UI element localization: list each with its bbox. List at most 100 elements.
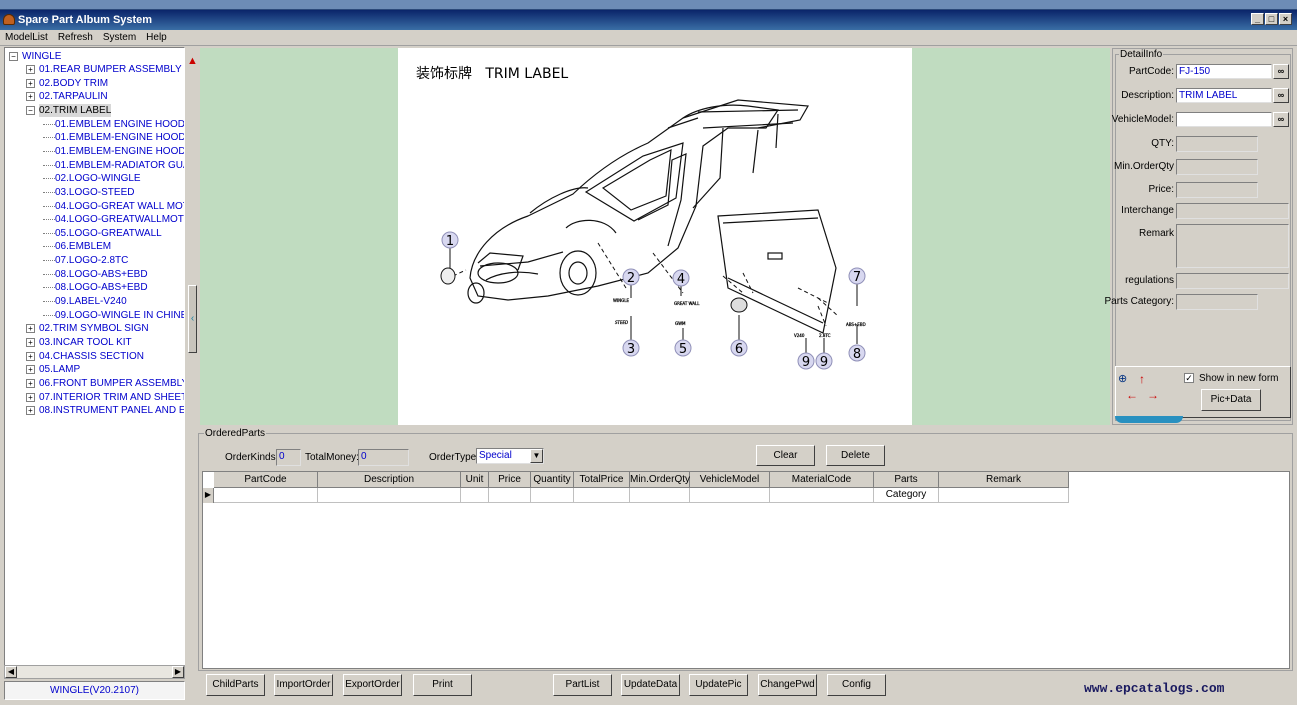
callout-number[interactable]: 9 <box>802 355 810 370</box>
grid-cell[interactable] <box>489 488 531 503</box>
grid-column-header[interactable]: Remark <box>939 472 1069 488</box>
tree-part[interactable]: 01.EMBLEM-ENGINE HOOD <box>55 131 184 144</box>
expand-icon[interactable]: + <box>26 406 35 416</box>
clear-button[interactable]: Clear <box>756 445 815 466</box>
grid-cell[interactable] <box>318 488 461 503</box>
expand-icon[interactable]: + <box>26 65 35 74</box>
grid-cell[interactable] <box>770 488 874 503</box>
callout-number[interactable]: 9 <box>820 355 828 370</box>
dropdown-arrow-icon[interactable]: ▼ <box>530 449 543 463</box>
expand-icon[interactable]: + <box>26 78 35 88</box>
tree-part[interactable]: 08.LOGO-ABS+EBD <box>55 281 148 294</box>
tree-part[interactable]: 04.LOGO-GREAT WALL MOTC <box>55 200 184 213</box>
menu-modellist[interactable]: ModelList <box>0 30 53 45</box>
tree-part[interactable]: 05.LOGO-GREATWALL <box>55 227 162 240</box>
tree-part[interactable]: 01.EMBLEM ENGINE HOOD <box>55 118 184 131</box>
tree-part[interactable]: 07.LOGO-2.8TC <box>55 254 128 267</box>
button-updatepic[interactable]: UpdatePic <box>689 674 748 696</box>
callout-number[interactable]: 7 <box>853 270 861 285</box>
tree-section[interactable]: 02.TRIM LABEL <box>39 103 112 117</box>
collapse-icon[interactable]: − <box>9 52 18 61</box>
detail-field[interactable]: TRIM LABEL <box>1176 88 1272 103</box>
pic-data-button[interactable]: Pic+Data <box>1201 389 1261 411</box>
grid-column-header[interactable]: Price <box>489 472 531 488</box>
tree-hscrollbar[interactable]: ◀ ▶ <box>4 665 185 679</box>
tree-part[interactable]: 06.EMBLEM <box>55 240 111 253</box>
minimize-icon[interactable]: _ <box>1251 13 1264 25</box>
expand-icon[interactable]: + <box>26 92 35 102</box>
tree-part[interactable]: 03.LOGO-STEED <box>55 186 134 199</box>
binoculars-icon[interactable]: ∞ <box>1273 112 1289 127</box>
grid-cell[interactable] <box>939 488 1069 503</box>
tree-section[interactable]: 03.INCAR TOOL KIT <box>39 336 132 349</box>
detail-field[interactable] <box>1176 112 1272 127</box>
button-exportorder[interactable]: ExportOrder <box>343 674 402 696</box>
callout-number[interactable]: 6 <box>735 342 743 357</box>
grid-column-header[interactable]: MaterialCode <box>770 472 874 488</box>
callout-number[interactable]: 1 <box>446 234 454 249</box>
menu-system[interactable]: System <box>98 30 141 45</box>
button-childparts[interactable]: ChildParts <box>206 674 265 696</box>
grid-column-header[interactable]: Unit <box>461 472 489 488</box>
grid-cell[interactable] <box>874 488 939 503</box>
expand-icon[interactable]: + <box>26 324 35 334</box>
tree-section[interactable]: 04.CHASSIS SECTION <box>39 350 144 363</box>
tree-section[interactable]: 02.TARPAULIN <box>39 90 108 103</box>
button-partlist[interactable]: PartList <box>553 674 612 696</box>
callout-number[interactable]: 2 <box>627 271 635 286</box>
delete-button[interactable]: Delete <box>826 445 885 466</box>
button-importorder[interactable]: ImportOrder <box>274 674 333 696</box>
grid-cell[interactable] <box>461 488 489 503</box>
binoculars-icon[interactable]: ∞ <box>1273 88 1289 103</box>
grid-cell[interactable] <box>531 488 574 503</box>
expand-icon[interactable]: + <box>26 392 35 402</box>
button-updatedata[interactable]: UpdateData <box>621 674 680 696</box>
close-icon[interactable]: × <box>1279 13 1292 25</box>
callout-number[interactable]: 8 <box>853 347 861 362</box>
tree-root-wingle[interactable]: WINGLE <box>22 50 61 63</box>
zoom-icon[interactable]: ⊕ <box>1118 372 1127 385</box>
button-config[interactable]: Config <box>827 674 886 696</box>
tree-part[interactable]: 04.LOGO-GREATWALLMOTOI <box>55 213 184 226</box>
grid-column-header[interactable]: PartCode <box>214 472 318 488</box>
grid-column-header[interactable]: VehicleModel <box>690 472 770 488</box>
expand-icon[interactable]: + <box>26 338 35 347</box>
tree-section[interactable]: 02.TRIM SYMBOL SIGN <box>39 322 149 335</box>
diagram-canvas[interactable]: 装饰标牌 TRIM LABEL WINGLE STEED GREAT WALL … <box>398 48 912 425</box>
ordered-parts-grid[interactable]: ▶ PartCode Description Unit Price Quantity To… <box>202 471 1290 669</box>
tree-part[interactable]: 09.LABEL-V240 <box>55 295 127 308</box>
menu-refresh[interactable]: Refresh <box>53 30 98 45</box>
grid-cell[interactable] <box>630 488 690 503</box>
grid-column-header[interactable]: Description <box>318 472 461 488</box>
menu-help[interactable]: Help <box>141 30 172 45</box>
scroll-left-icon[interactable]: ◀ <box>5 666 17 678</box>
tree-section[interactable]: 01.REAR BUMPER ASSEMBLY <box>39 63 182 76</box>
arrow-left-icon[interactable]: ← <box>1126 388 1138 402</box>
grid-column-header[interactable]: Parts Category <box>874 472 939 500</box>
tree-part[interactable]: 01.EMBLEM-ENGINE HOOD <box>55 145 184 158</box>
grid-column-header[interactable]: TotalPrice <box>574 472 630 488</box>
binoculars-icon[interactable]: ∞ <box>1273 64 1289 79</box>
button-changepwd[interactable]: ChangePwd <box>758 674 817 696</box>
arrow-right-icon[interactable]: → <box>1147 388 1159 402</box>
button-print[interactable]: Print <box>413 674 472 696</box>
model-tree[interactable]: − WINGLE +01.REAR BUMPER ASSEMBLY +02.BOD… <box>4 47 185 667</box>
tree-section[interactable]: 05.LAMP <box>39 363 80 376</box>
splitter-handle[interactable]: ‹ <box>188 285 197 353</box>
tree-section[interactable]: 08.INSTRUMENT PANEL AND EL <box>39 404 184 417</box>
arrow-up-icon[interactable]: ↑ <box>1139 372 1145 386</box>
tree-part[interactable]: 08.LOGO-ABS+EBD <box>55 268 148 281</box>
collapse-icon[interactable]: − <box>26 105 35 115</box>
grid-cell[interactable] <box>574 488 630 503</box>
scroll-right-icon[interactable]: ▶ <box>172 666 184 678</box>
tree-section[interactable]: 07.INTERIOR TRIM AND SHEET-I <box>39 391 184 404</box>
maximize-icon[interactable]: □ <box>1265 13 1278 25</box>
scroll-tab[interactable] <box>1115 416 1183 423</box>
show-new-form-checkbox[interactable]: ✓ <box>1184 373 1194 383</box>
expand-icon[interactable]: + <box>26 365 35 375</box>
grid-column-header[interactable]: Min.OrderQty. <box>630 472 692 488</box>
tree-part[interactable]: 02.LOGO-WINGLE <box>55 172 141 185</box>
tree-section[interactable]: 06.FRONT BUMPER ASSEMBLY <box>39 377 184 390</box>
tree-part[interactable]: 01.EMBLEM-RADIATOR GUAF <box>55 159 184 172</box>
up-arrow-icon[interactable]: ▲ <box>187 55 198 67</box>
